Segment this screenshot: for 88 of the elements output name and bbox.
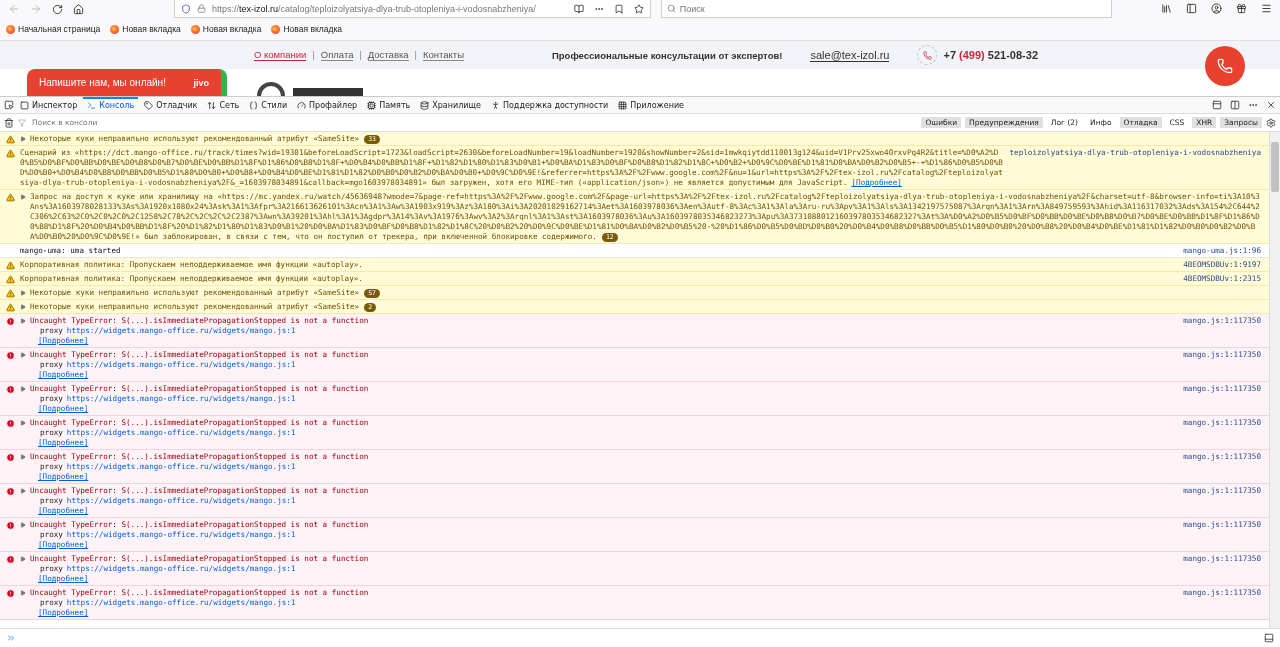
error-icon (6, 385, 15, 394)
close-icon[interactable] (1266, 100, 1276, 110)
nav-separator: | (359, 50, 362, 60)
bookmark-icon[interactable] (613, 3, 624, 14)
split-console-icon[interactable] (1264, 633, 1274, 643)
tagline: Профессиональные консультации от экспертов! (552, 49, 783, 61)
expand-icon[interactable] (20, 418, 26, 428)
menu-icon[interactable] (1261, 3, 1272, 14)
tab-icon (20, 100, 29, 110)
tab-icon (207, 100, 217, 110)
tab-icon (87, 100, 97, 110)
nav-separator: | (414, 50, 417, 60)
reader-icon[interactable] (573, 3, 584, 14)
expand-icon[interactable] (20, 554, 26, 564)
devtools-tab[interactable]: Профайлер (293, 97, 362, 113)
bookmark-link[interactable]: Новая вкладка (271, 24, 343, 34)
devtools-tab[interactable]: Поддержка доступности (486, 97, 613, 113)
phone-number[interactable]: +7 (499) 521-08-32 (943, 49, 1038, 61)
tab-icon (144, 100, 154, 110)
devtools-tab[interactable]: Стили (245, 97, 292, 113)
expand-icon[interactable] (20, 520, 26, 530)
tab-icon (420, 100, 430, 110)
error-icon (6, 555, 15, 564)
scrollbar[interactable] (1269, 132, 1280, 628)
devtools-tab[interactable]: Инспектор (16, 97, 82, 113)
expand-icon[interactable] (20, 384, 26, 394)
nav-separator: | (312, 50, 315, 60)
trash-icon[interactable] (4, 117, 14, 128)
devtools-tab[interactable]: Приложение (614, 97, 689, 113)
error-icon (6, 419, 15, 428)
lock-icon[interactable] (197, 4, 206, 13)
warning-icon (6, 149, 15, 158)
handset-icon (923, 50, 932, 60)
prompt-icon (6, 633, 16, 643)
nav-link[interactable]: Контакты (422, 49, 464, 61)
address-bar[interactable]: https://tex-izol.ru/catalog/teploizolyatsiya-dlya-trub-otopleniya-i-vodosnabzheniya/ (174, 0, 651, 18)
expand-icon[interactable] (20, 192, 26, 202)
email-link[interactable]: sale@tex-izol.ru (810, 48, 890, 62)
warning-icon (6, 261, 15, 270)
error-icon (6, 521, 15, 530)
chat-widget[interactable]: Напишите нам, мы онлайн! jivo (27, 69, 227, 96)
expand-icon[interactable] (20, 452, 26, 462)
expand-icon[interactable] (20, 486, 26, 496)
nav-link[interactable]: О компании (254, 49, 307, 61)
devtools-tab[interactable]: Сеть (203, 97, 244, 113)
devtools-tab[interactable]: Хранилище (416, 97, 485, 113)
sidebar-icon[interactable] (1186, 3, 1197, 14)
tab-icon (249, 100, 259, 110)
filter-icon (18, 118, 26, 127)
error-icon (6, 487, 15, 496)
expand-icon[interactable] (20, 134, 26, 144)
shield-icon[interactable] (181, 3, 191, 14)
element-picker-icon[interactable] (4, 100, 14, 110)
devtools-tab[interactable]: Отладчик (140, 97, 202, 113)
error-icon (6, 453, 15, 462)
settings-icon[interactable] (1266, 117, 1276, 128)
phone-icon (1217, 58, 1233, 74)
expand-icon[interactable] (20, 588, 26, 598)
account-icon[interactable] (1211, 3, 1222, 14)
home-icon[interactable] (73, 3, 84, 15)
gift-icon[interactable] (1236, 3, 1247, 14)
tab-icon (618, 100, 628, 110)
bookmark-link[interactable]: Новая вкладка (190, 24, 262, 34)
expand-icon[interactable] (20, 350, 26, 360)
tab-icon (297, 100, 307, 110)
dock-icon[interactable] (1212, 100, 1222, 110)
bookmark-link[interactable]: Начальная страница (6, 24, 101, 34)
tab-icon (490, 100, 500, 110)
devtools-tab[interactable]: Память (363, 97, 415, 113)
reload-icon[interactable] (52, 3, 63, 15)
warning-icon (6, 193, 15, 202)
error-icon (6, 317, 15, 326)
url-text: https://tex-izol.ru/catalog/teploizolyatsiya-dlya-trub-otopleniya-i-vodosnabzheniya/ (212, 3, 536, 14)
warning-icon (6, 303, 15, 312)
error-icon (6, 351, 15, 360)
search-field[interactable]: Поиск (660, 0, 1112, 18)
star-icon[interactable] (633, 3, 644, 14)
devtools-tab[interactable]: Консоль (83, 97, 139, 113)
warning-icon (6, 275, 15, 284)
nav-link[interactable]: Доставка (367, 49, 409, 61)
library-icon[interactable] (1161, 3, 1172, 14)
nav-link[interactable]: Оплата (320, 49, 354, 61)
tab-icon (367, 100, 377, 110)
warning-icon (6, 289, 15, 298)
warning-icon (6, 135, 15, 144)
bookmark-link[interactable]: Новая вкладка (110, 24, 181, 34)
split-icon[interactable] (1230, 100, 1240, 110)
error-icon (6, 589, 15, 598)
